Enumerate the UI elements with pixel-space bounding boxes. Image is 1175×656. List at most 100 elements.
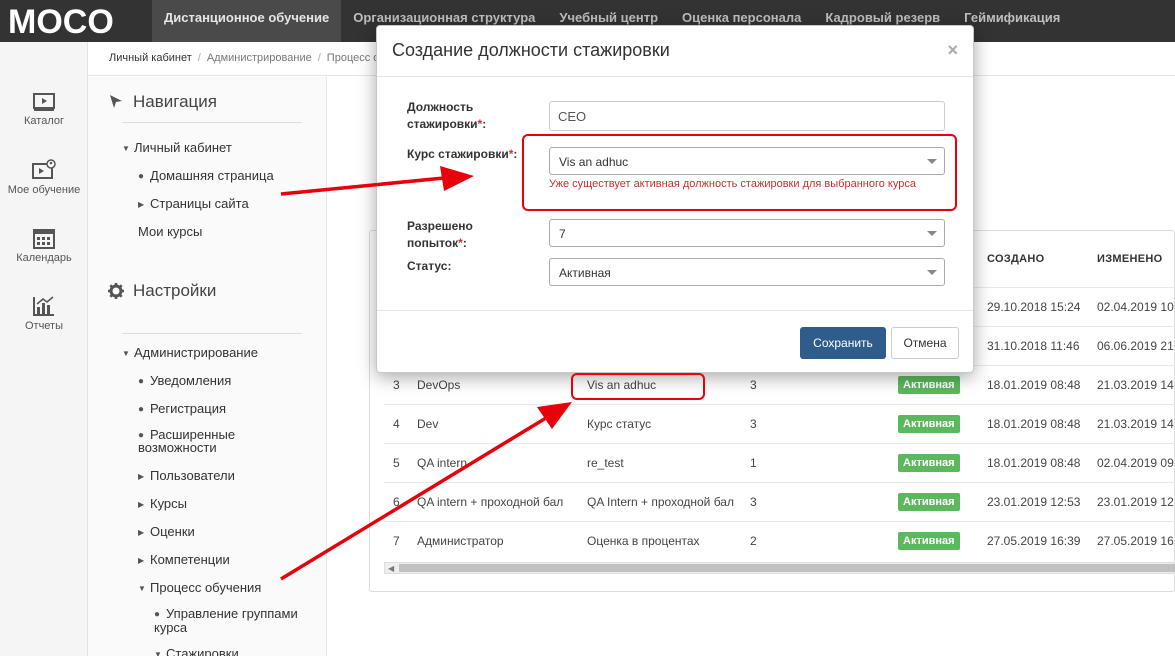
table-row[interactable]: 5 QA intern re_test 1 Активная 18.01.201… xyxy=(384,443,1175,482)
cell-number: 7 xyxy=(393,534,400,548)
label-text: Курс стажировки xyxy=(407,147,509,161)
cell-course: Оценка в процентах xyxy=(587,534,700,548)
sidebar-item-my-courses[interactable]: Мои курсы xyxy=(138,225,202,238)
save-button[interactable]: Сохранить xyxy=(800,327,886,359)
dialog-title: Создание должности стажировки xyxy=(392,40,670,60)
cell-number: 6 xyxy=(393,495,400,509)
sidebar-item-label: Администрирование xyxy=(134,345,258,360)
sidebar-item-users[interactable]: ▶ Пользователи xyxy=(138,469,235,483)
scrollbar-thumb[interactable] xyxy=(399,564,1175,572)
rail-item-reports[interactable]: Отчеты xyxy=(0,295,88,332)
attempts-select[interactable]: 7 xyxy=(549,219,945,247)
sidebar-item-label: Пользователи xyxy=(150,468,235,483)
tree-collapsed-icon: ▶ xyxy=(138,556,145,565)
cell-changed: 02.04.2019 09 xyxy=(1097,456,1174,470)
sidebar-item-course-groups-line2: курса xyxy=(154,621,187,634)
cell-changed: 27.05.2019 16 xyxy=(1097,534,1174,548)
rail-label: Календарь xyxy=(16,252,72,264)
status-select[interactable]: Активная xyxy=(549,258,945,286)
cell-created: 29.10.2018 15:24 xyxy=(987,300,1081,314)
breadcrumb-item[interactable]: Личный кабинет xyxy=(109,52,192,64)
tree-collapsed-icon: ▶ xyxy=(138,472,145,481)
cell-name: QA intern xyxy=(417,456,468,470)
divider xyxy=(377,310,973,311)
cancel-button[interactable]: Отмена xyxy=(891,327,959,359)
rail-item-my-learning[interactable]: Мое обучение xyxy=(0,159,88,196)
sidebar-item-label: Мои курсы xyxy=(138,224,203,239)
tree-expanded-icon: ▼ xyxy=(138,584,146,593)
sidebar-item-personal-cabinet[interactable]: ▼ Личный кабинет xyxy=(122,141,232,155)
sidebar-item-notifications[interactable]: ● Уведомления xyxy=(138,374,231,388)
sidebar-item-label: Домашняя страница xyxy=(150,168,274,183)
status-badge: Активная xyxy=(898,493,960,511)
label-text: Должность xyxy=(407,100,474,114)
attempts-select-value: 7 xyxy=(559,227,566,241)
sidebar-item-label: курса xyxy=(154,620,188,635)
sidebar-item-courses[interactable]: ▶ Курсы xyxy=(138,497,187,511)
sidebar-item-course-groups[interactable]: ● Управление группами xyxy=(154,607,298,621)
table-row[interactable]: 4 Dev Курс статус 3 Активная 18.01.2019 … xyxy=(384,404,1175,443)
label-colon: : xyxy=(482,117,487,131)
rail-label: Мое обучение xyxy=(7,184,81,196)
tree-collapsed-icon: ▶ xyxy=(138,500,145,509)
table-row[interactable]: 6 QA intern + проходной бал QA Intern + … xyxy=(384,482,1175,521)
sidebar-item-grades[interactable]: ▶ Оценки xyxy=(138,525,195,539)
tab-distance-learning[interactable]: Дистанционное обучение xyxy=(152,0,342,42)
sidebar-item-label: Компетенции xyxy=(150,552,230,567)
cell-number: 4 xyxy=(393,417,400,431)
tree-collapsed-icon: ▶ xyxy=(138,200,145,209)
settings-section-title: Настройки xyxy=(108,281,216,301)
sidebar-item-internships[interactable]: ▼ Стажировки xyxy=(154,647,239,656)
table-row[interactable]: 7 Администратор Оценка в процентах 2 Акт… xyxy=(384,521,1175,560)
cell-changed: 06.06.2019 21 xyxy=(1097,339,1174,353)
sidebar-item-label: Стажировки xyxy=(166,646,239,656)
moco-logo[interactable]: MOCO xyxy=(6,2,146,40)
sidebar-item-learning-process[interactable]: ▼ Процесс обучения xyxy=(138,581,261,595)
column-header-created[interactable]: СОЗДАНО xyxy=(987,253,1045,265)
sidebar-item-home-page[interactable]: ● Домашняя страница xyxy=(138,169,274,183)
tree-expanded-icon: ▼ xyxy=(122,144,130,153)
navigation-section-title: Навигация xyxy=(108,92,217,112)
status-badge: Активная xyxy=(898,415,960,433)
position-input[interactable] xyxy=(549,101,945,131)
cell-created: 18.01.2019 08:48 xyxy=(987,456,1081,470)
column-header-changed[interactable]: ИЗМЕНЕНО xyxy=(1097,253,1162,265)
cell-changed: 21.03.2019 14 xyxy=(1097,417,1174,431)
divider xyxy=(377,76,973,77)
sidebar-item-administration[interactable]: ▼ Администрирование xyxy=(122,346,258,360)
status-select-value: Активная xyxy=(559,266,611,280)
cell-created: 23.01.2019 12:53 xyxy=(987,495,1081,509)
sidebar-navigation: Навигация ▼ Личный кабинет ● Домашняя стра… xyxy=(88,77,327,656)
sidebar-item-competencies[interactable]: ▶ Компетенции xyxy=(138,553,230,567)
bullet-icon: ● xyxy=(138,404,145,415)
sidebar-item-label: Личный кабинет xyxy=(134,140,232,155)
cursor-arrow-icon xyxy=(110,95,122,108)
rail-item-catalog[interactable]: Каталог xyxy=(0,92,88,127)
chevron-down-icon xyxy=(927,231,937,236)
breadcrumb-item[interactable]: Администрирование xyxy=(207,52,312,64)
annotation-highlight-error xyxy=(522,134,957,211)
scroll-left-arrow-icon[interactable]: ◀ xyxy=(388,564,394,573)
sidebar-item-label: Оценки xyxy=(150,524,195,539)
close-icon[interactable]: × xyxy=(947,40,958,61)
cell-name: QA intern + проходной бал xyxy=(417,495,564,509)
breadcrumb-separator: / xyxy=(197,52,201,64)
status-label: Статус: xyxy=(407,259,452,273)
breadcrumb-item[interactable]: Процесс о xyxy=(327,52,380,64)
sidebar-item-site-pages[interactable]: ▶ Страницы сайта xyxy=(138,197,249,211)
breadcrumb-separator: / xyxy=(317,52,321,64)
rail-label: Каталог xyxy=(24,115,64,127)
navigation-title: Навигация xyxy=(133,92,217,111)
cell-created: 31.10.2018 11:46 xyxy=(987,339,1080,353)
sidebar-item-label: Процесс обучения xyxy=(150,580,262,595)
status-badge: Активная xyxy=(898,454,960,472)
cell-attempts: 1 xyxy=(750,456,757,470)
cell-name: Администратор xyxy=(417,534,504,548)
cell-changed: 23.01.2019 12 xyxy=(1097,495,1174,509)
label-colon: : xyxy=(462,236,467,250)
annotation-highlight-course-cell xyxy=(571,373,705,400)
table-horizontal-scrollbar[interactable]: ◀ xyxy=(384,562,1175,574)
sidebar-item-registration[interactable]: ● Регистрация xyxy=(138,402,226,416)
rail-item-calendar[interactable]: Календарь xyxy=(0,227,88,264)
play-icon xyxy=(33,93,55,111)
